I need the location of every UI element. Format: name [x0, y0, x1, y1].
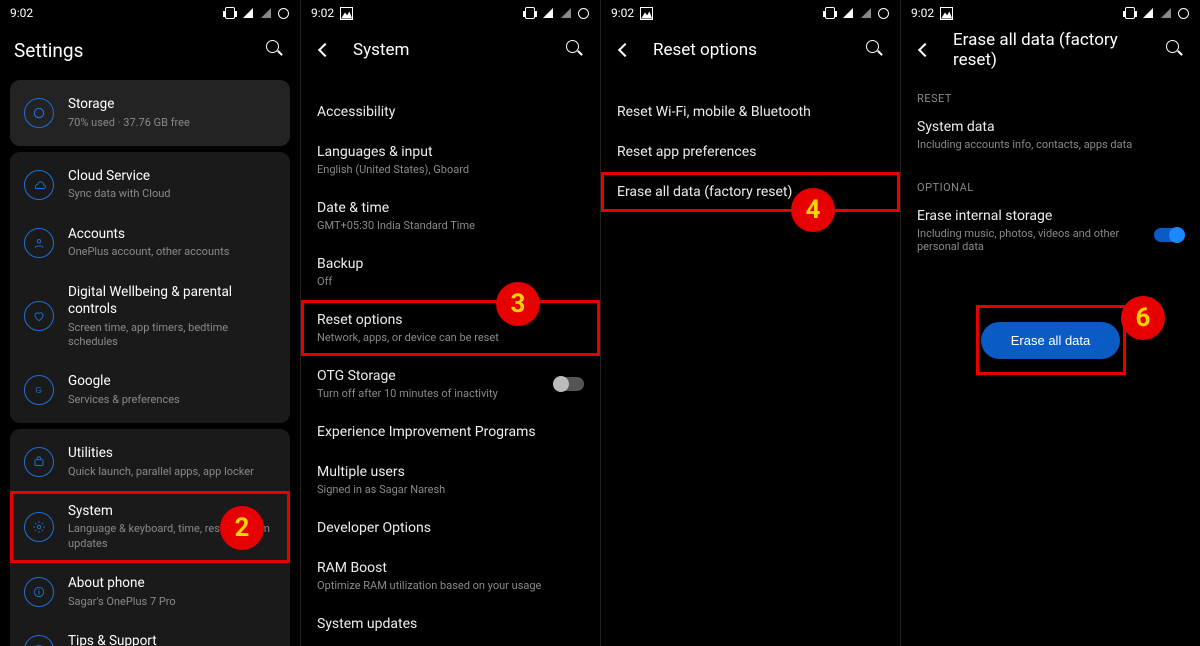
signal-1-icon: [241, 7, 254, 20]
erase-all-data-button[interactable]: Erase all data: [981, 322, 1121, 359]
page-title: Erase all data (factory reset): [953, 30, 1148, 70]
signal-2-icon: [559, 7, 572, 20]
row-sysupdates[interactable]: System updates: [301, 604, 600, 644]
screenshot-icon: [940, 7, 953, 20]
google-icon: G: [24, 375, 54, 405]
row-reset-app-prefs[interactable]: Reset app preferences: [601, 132, 900, 172]
row-multiusers[interactable]: Multiple usersSigned in as Sagar Naresh: [301, 452, 600, 508]
signal-2-icon: [859, 7, 872, 20]
otg-toggle[interactable]: [554, 377, 584, 391]
group-accounts: Cloud ServiceSync data with Cloud Accoun…: [10, 152, 290, 423]
row-devopts[interactable]: Developer Options: [301, 508, 600, 548]
vibrate-icon: [1123, 7, 1136, 20]
item-accounts[interactable]: AccountsOnePlus account, other accounts: [10, 214, 290, 272]
item-about-phone[interactable]: About phoneSagar's OnePlus 7 Pro: [10, 563, 290, 621]
signal-1-icon: [1141, 7, 1154, 20]
vibrate-icon: [223, 7, 236, 20]
row-backup[interactable]: BackupOff: [301, 244, 600, 300]
row-experience[interactable]: Experience Improvement Programs: [301, 412, 600, 452]
back-button[interactable]: [315, 40, 335, 60]
erase-button-highlight: Erase all data: [976, 305, 1126, 375]
app-bar: Erase all data (factory reset): [901, 26, 1200, 74]
item-cloud-service[interactable]: Cloud ServiceSync data with Cloud: [10, 156, 290, 214]
storage-sub: 70% used · 37.76 GB free: [68, 116, 276, 130]
search-icon[interactable]: [1166, 40, 1186, 60]
row-reset-options[interactable]: Reset optionsNetwork, apps, or device ca…: [301, 300, 600, 356]
row-system-data[interactable]: System data Including accounts info, con…: [901, 115, 1200, 163]
search-icon[interactable]: [266, 40, 286, 60]
row-erase-all-data[interactable]: Erase all data (factory reset): [601, 172, 900, 212]
heart-icon: [24, 301, 54, 331]
screen-settings: 9:02 Settings Storage 70% used · 37.76 G…: [0, 0, 300, 646]
app-bar: System: [301, 26, 600, 74]
battery-circle-icon: [1177, 7, 1190, 20]
clock: 9:02: [311, 6, 334, 20]
erase-internal-toggle[interactable]: [1154, 228, 1184, 242]
svg-text:G: G: [36, 386, 42, 395]
battery-circle-icon: [577, 7, 590, 20]
storage-card: Storage 70% used · 37.76 GB free: [10, 80, 290, 146]
clock: 9:02: [611, 6, 634, 20]
cloud-icon: [24, 170, 54, 200]
item-utilities[interactable]: UtilitiesQuick launch, parallel apps, ap…: [10, 433, 290, 491]
battery-circle-icon: [877, 7, 890, 20]
screen-reset-options: 9:02 Reset options Reset Wi-Fi, mobile &…: [600, 0, 900, 646]
signal-2-icon: [259, 7, 272, 20]
row-datetime[interactable]: Date & timeGMT+05:30 India Standard Time: [301, 188, 600, 244]
page-title: Settings: [14, 39, 248, 62]
vibrate-icon: [823, 7, 836, 20]
vibrate-icon: [523, 7, 536, 20]
row-reset-network[interactable]: Reset Wi-Fi, mobile & Bluetooth: [601, 74, 900, 132]
app-bar: Settings: [0, 26, 300, 74]
search-icon[interactable]: [566, 40, 586, 60]
step-badge-4: 4: [791, 188, 835, 232]
clock: 9:02: [911, 6, 934, 20]
storage-icon: [24, 98, 54, 128]
page-title: Reset options: [653, 40, 848, 60]
row-otg[interactable]: OTG StorageTurn off after 10 minutes of …: [301, 356, 600, 412]
system-list: Accessibility Languages & inputEnglish (…: [301, 74, 600, 646]
item-google[interactable]: G GoogleServices & preferences: [10, 361, 290, 419]
item-tips[interactable]: ? Tips & SupportTips and FAQ on device u…: [10, 621, 290, 646]
row-accessibility[interactable]: Accessibility: [301, 74, 600, 132]
screen-erase-all: 9:02 Erase all data (factory reset) RESE…: [900, 0, 1200, 646]
item-storage[interactable]: Storage 70% used · 37.76 GB free: [10, 84, 290, 142]
section-optional: OPTIONAL: [901, 163, 1200, 204]
back-button[interactable]: [915, 40, 935, 60]
screen-system: 9:02 System Accessibility Languages & in…: [300, 0, 600, 646]
step-badge-6: 6: [1121, 296, 1165, 340]
row-erase-internal[interactable]: Erase internal storage Including music, …: [901, 204, 1200, 265]
row-languages[interactable]: Languages & inputEnglish (United States)…: [301, 132, 600, 188]
battery-circle-icon: [277, 7, 290, 20]
row-ramboost[interactable]: RAM BoostOptimize RAM utilization based …: [301, 548, 600, 604]
signal-1-icon: [541, 7, 554, 20]
screenshot-icon: [340, 7, 353, 20]
bag-icon: [24, 447, 54, 477]
signal-2-icon: [1159, 7, 1172, 20]
page-title: System: [353, 40, 548, 60]
screenshot-icon: [640, 7, 653, 20]
back-button[interactable]: [615, 40, 635, 60]
status-bar: 9:02: [0, 0, 300, 26]
search-icon[interactable]: [866, 40, 886, 60]
status-bar: 9:02: [601, 0, 900, 26]
clock: 9:02: [10, 6, 33, 20]
help-icon: ?: [24, 635, 54, 646]
status-bar: 9:02: [301, 0, 600, 26]
app-bar: Reset options: [601, 26, 900, 74]
status-bar: 9:02: [901, 0, 1200, 26]
section-reset: RESET: [901, 74, 1200, 115]
step-badge-2: 2: [220, 506, 264, 550]
reset-list: Reset Wi-Fi, mobile & Bluetooth Reset ap…: [601, 74, 900, 212]
gear-icon: [24, 512, 54, 542]
info-icon: [24, 577, 54, 607]
signal-1-icon: [841, 7, 854, 20]
step-badge-3: 3: [496, 282, 540, 326]
storage-title: Storage: [68, 96, 276, 114]
item-wellbeing[interactable]: Digital Wellbeing & parental controlsScr…: [10, 272, 290, 362]
user-icon: [24, 228, 54, 258]
